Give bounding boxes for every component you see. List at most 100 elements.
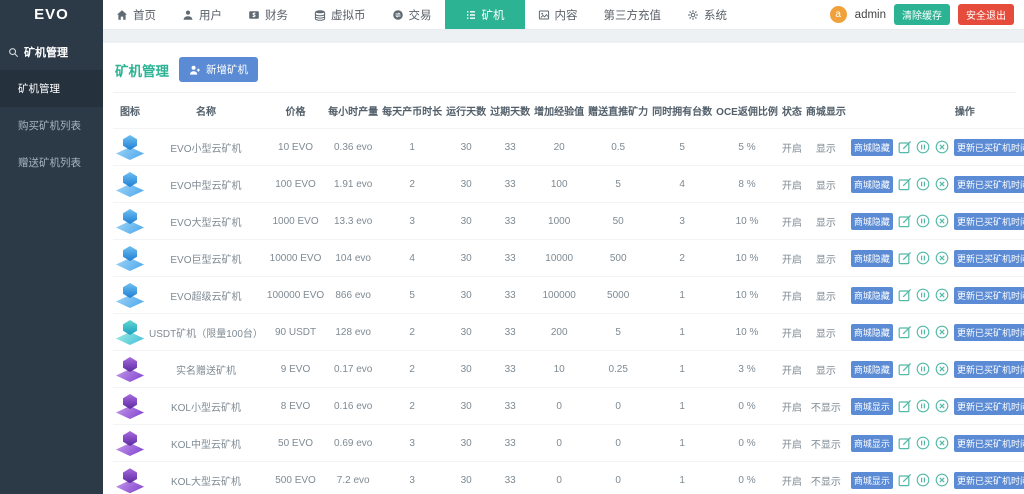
- nav-item-users[interactable]: 用户: [169, 0, 235, 29]
- add-miner-button[interactable]: 新增矿机: [179, 57, 258, 82]
- mall-toggle-button[interactable]: 商城隐藏: [851, 361, 893, 378]
- edit-icon[interactable]: [898, 288, 912, 302]
- update-bought-miner-time-button[interactable]: 更新已买矿机时间: [954, 213, 1024, 230]
- pause-icon[interactable]: [916, 399, 930, 413]
- mall-toggle-button[interactable]: 商城隐藏: [851, 324, 893, 341]
- mall-toggle-button[interactable]: 商城显示: [851, 398, 893, 415]
- top-nav-items: 首页 用户 财务 虚拟币 交易: [103, 0, 740, 29]
- cell-exp-value: 0: [532, 462, 586, 494]
- update-bought-miner-time-button[interactable]: 更新已买矿机时间: [954, 361, 1024, 378]
- username[interactable]: admin: [855, 9, 886, 21]
- sidebar-item-gift-miner-list[interactable]: 赠送矿机列表: [0, 144, 103, 181]
- nav-item-miner[interactable]: 矿机: [445, 0, 525, 29]
- mall-toggle-button[interactable]: 商城隐藏: [851, 213, 893, 230]
- cell-hourly-output: 1.91 evo: [326, 166, 380, 203]
- cell-oce-rate: 3 %: [714, 351, 780, 388]
- pause-icon[interactable]: [916, 325, 930, 339]
- mall-toggle-button[interactable]: 商城隐藏: [851, 287, 893, 304]
- clear-cache-button[interactable]: 清除缓存: [894, 4, 950, 25]
- cell-status: 开启: [780, 129, 804, 166]
- cell-hourly-output: 866 evo: [326, 277, 380, 314]
- cell-run-days: 30: [444, 462, 488, 494]
- pause-icon[interactable]: [916, 436, 930, 450]
- nav-item-home[interactable]: 首页: [103, 0, 169, 29]
- edit-icon[interactable]: [898, 177, 912, 191]
- pause-icon[interactable]: [916, 473, 930, 487]
- edit-icon[interactable]: [898, 325, 912, 339]
- col-header-run-days: 运行天数: [444, 93, 488, 129]
- cell-gift-power: 0.5: [586, 129, 650, 166]
- pause-icon[interactable]: [916, 251, 930, 265]
- sidebar-item-miner-manage[interactable]: 矿机管理: [0, 70, 103, 107]
- cell-run-days: 30: [444, 314, 488, 351]
- cell-max-own: 2: [650, 240, 714, 277]
- cell-actions: 商城隐藏 更新已买矿机时间 赠送矿机: [848, 351, 1024, 388]
- cell-actions: 商城显示 更新已买矿机时间 赠送矿机: [848, 388, 1024, 425]
- update-bought-miner-time-button[interactable]: 更新已买矿机时间: [954, 139, 1024, 156]
- cell-hourly-output: 0.36 evo: [326, 129, 380, 166]
- delete-icon[interactable]: [935, 473, 949, 487]
- col-header-status: 状态: [780, 93, 804, 129]
- update-bought-miner-time-button[interactable]: 更新已买矿机时间: [954, 287, 1024, 304]
- cell-price: 500 EVO: [265, 462, 326, 494]
- sidebar-section-header[interactable]: 矿机管理: [0, 30, 103, 70]
- delete-icon[interactable]: [935, 288, 949, 302]
- cell-run-days: 30: [444, 351, 488, 388]
- cell-status: 开启: [780, 277, 804, 314]
- delete-icon[interactable]: [935, 140, 949, 154]
- nav-item-third-party-recharge[interactable]: 第三方充值: [591, 0, 675, 29]
- edit-icon[interactable]: [898, 436, 912, 450]
- cell-expire-days: 33: [488, 351, 532, 388]
- edit-icon[interactable]: [898, 214, 912, 228]
- pause-icon[interactable]: [916, 177, 930, 191]
- nav-item-content[interactable]: 内容: [525, 0, 591, 29]
- nav-item-trade[interactable]: 交易: [379, 0, 445, 29]
- search-icon: [8, 47, 19, 58]
- table-row: KOL中型云矿机 50 EVO 0.69 evo 3 30 33 0 0 1 0…: [113, 425, 1024, 462]
- pause-icon[interactable]: [916, 140, 930, 154]
- delete-icon[interactable]: [935, 436, 949, 450]
- edit-icon[interactable]: [898, 473, 912, 487]
- update-bought-miner-time-button[interactable]: 更新已买矿机时间: [954, 472, 1024, 489]
- delete-icon[interactable]: [935, 214, 949, 228]
- pause-icon[interactable]: [916, 214, 930, 228]
- edit-icon[interactable]: [898, 251, 912, 265]
- update-bought-miner-time-button[interactable]: 更新已买矿机时间: [954, 250, 1024, 267]
- cell-expire-days: 33: [488, 425, 532, 462]
- nav-item-virtual-coin[interactable]: 虚拟币: [301, 0, 379, 29]
- cell-run-days: 30: [444, 388, 488, 425]
- edit-icon[interactable]: [898, 362, 912, 376]
- cell-expire-days: 33: [488, 314, 532, 351]
- breadcrumb-strip: [103, 30, 1024, 43]
- mall-toggle-button[interactable]: 商城隐藏: [851, 250, 893, 267]
- cell-oce-rate: 10 %: [714, 203, 780, 240]
- mall-toggle-button[interactable]: 商城显示: [851, 472, 893, 489]
- logout-button[interactable]: 安全退出: [958, 4, 1014, 25]
- delete-icon[interactable]: [935, 177, 949, 191]
- edit-icon[interactable]: [898, 140, 912, 154]
- nav-item-finance[interactable]: 财务: [235, 0, 301, 29]
- cell-max-own: 3: [650, 203, 714, 240]
- cell-oce-rate: 8 %: [714, 166, 780, 203]
- mall-toggle-button[interactable]: 商城显示: [851, 435, 893, 452]
- delete-icon[interactable]: [935, 399, 949, 413]
- content-icon: [538, 9, 550, 21]
- update-bought-miner-time-button[interactable]: 更新已买矿机时间: [954, 435, 1024, 452]
- update-bought-miner-time-button[interactable]: 更新已买矿机时间: [954, 324, 1024, 341]
- pause-icon[interactable]: [916, 362, 930, 376]
- nav-item-system[interactable]: 系统: [674, 0, 740, 29]
- pause-icon[interactable]: [916, 288, 930, 302]
- avatar[interactable]: a: [830, 6, 847, 23]
- delete-icon[interactable]: [935, 251, 949, 265]
- cell-oce-rate: 10 %: [714, 314, 780, 351]
- edit-icon[interactable]: [898, 399, 912, 413]
- sidebar-item-bought-miner-list[interactable]: 购买矿机列表: [0, 107, 103, 144]
- update-bought-miner-time-button[interactable]: 更新已买矿机时间: [954, 176, 1024, 193]
- delete-icon[interactable]: [935, 325, 949, 339]
- cell-max-own: 1: [650, 314, 714, 351]
- update-bought-miner-time-button[interactable]: 更新已买矿机时间: [954, 398, 1024, 415]
- mall-toggle-button[interactable]: 商城隐藏: [851, 139, 893, 156]
- top-nav: 首页 用户 财务 虚拟币 交易: [103, 0, 1024, 30]
- mall-toggle-button[interactable]: 商城隐藏: [851, 176, 893, 193]
- delete-icon[interactable]: [935, 362, 949, 376]
